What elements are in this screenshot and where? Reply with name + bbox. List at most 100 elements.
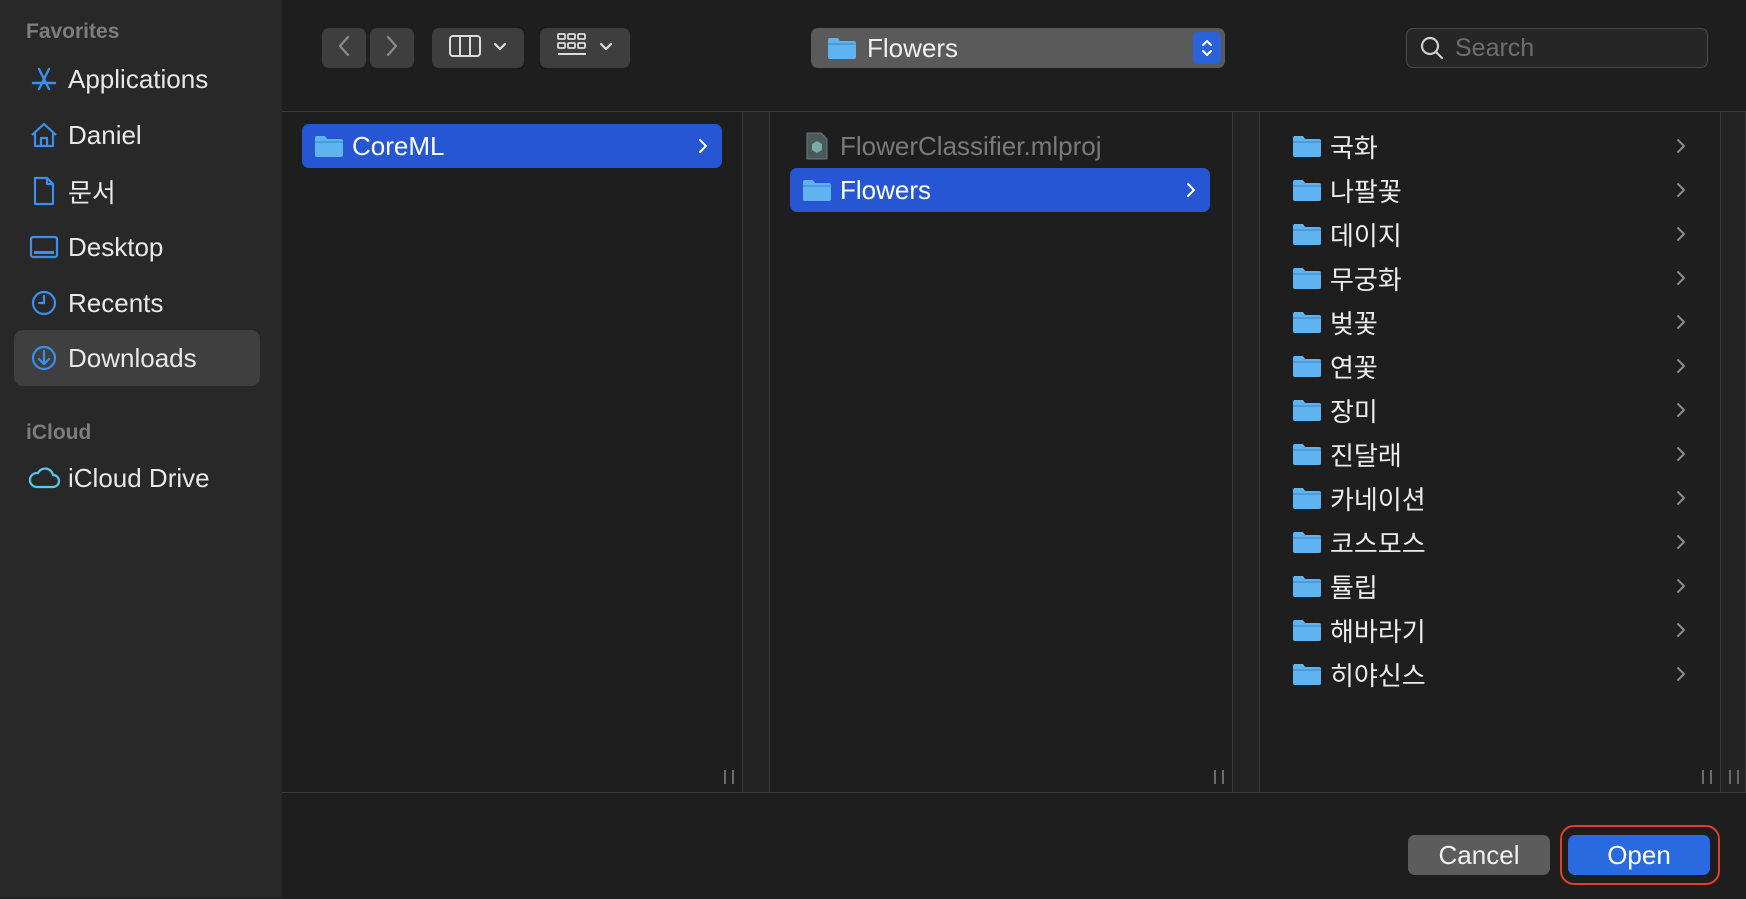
item-label: Flowers [840,174,932,205]
item-label: 무궁화 [1330,264,1402,295]
search-icon [1419,35,1445,61]
chevron-right-icon [1676,168,1686,212]
chevron-right-icon [385,34,399,63]
list-item[interactable]: 코스모스 [1280,520,1700,564]
list-item[interactable]: 나팔꽃 [1280,168,1700,212]
column-divider [1720,112,1746,792]
folder-icon [1290,476,1324,520]
sidebar-item-label: iCloud Drive [68,462,210,493]
sidebar-item-label: Recents [68,287,164,318]
column-3: 국화나팔꽃데이지무궁화벚꽃연꽃장미진달래카네이션코스모스 튤립해바라기히야신스 [1260,112,1721,792]
sidebar-item-documents[interactable]: 문서 [14,163,260,219]
open-button[interactable]: Open [1568,835,1710,875]
list-item[interactable]: CoreML [302,124,722,168]
item-label: 국화 [1330,132,1378,163]
folder-icon [1290,212,1324,256]
column-divider [742,112,770,792]
item-label: 카네이션 [1330,484,1426,515]
sidebar-item-recents[interactable]: Recents [14,275,260,331]
list-item[interactable]: 무궁화 [1280,256,1700,300]
chevron-right-icon [1676,388,1686,432]
list-item[interactable]: 벚꽃 [1280,300,1700,344]
list-item[interactable]: Flowers [790,168,1210,212]
forward-button[interactable] [370,28,414,68]
grid-icon [557,32,587,64]
view-mode-button[interactable] [432,28,524,68]
chevron-right-icon [1676,564,1686,608]
folder-icon [1290,256,1324,300]
folder-icon [827,36,857,60]
chevron-right-icon [1676,300,1686,344]
file-browser-panel: Flowers Search CoreML FlowerClassifier.m… [282,0,1746,899]
item-label: 장미 [1330,396,1378,427]
download-icon [20,330,68,386]
column-resize-handle[interactable] [724,770,734,784]
chevron-right-icon [1676,344,1686,388]
sidebar-item-icloud-drive[interactable]: iCloud Drive [14,450,260,506]
dialog-footer: Cancel Open [282,792,1746,899]
chevron-right-icon [1676,608,1686,652]
chevron-right-icon [1676,212,1686,256]
list-item[interactable]: FlowerClassifier.mlproj [790,124,1210,168]
columns-view-icon [449,34,481,63]
item-label: 해바라기 [1330,616,1426,647]
path-popup[interactable]: Flowers [811,28,1225,68]
document-icon [20,163,68,219]
chevron-down-icon [493,39,507,57]
column-1: CoreML [282,112,743,792]
folder-icon [1290,520,1324,564]
list-item[interactable]: 데이지 [1280,212,1700,256]
folder-icon [1290,344,1324,388]
list-item[interactable]: 국화 [1280,124,1700,168]
list-item[interactable]: 카네이션 [1280,476,1700,520]
column-browser: CoreML FlowerClassifier.mlproj Flowers 국… [282,112,1746,792]
chevron-right-icon [1676,432,1686,476]
list-item[interactable]: 연꽃 [1280,344,1700,388]
item-label: 벚꽃 [1330,308,1378,339]
cancel-button[interactable]: Cancel [1408,835,1550,875]
sidebar-item-daniel[interactable]: Daniel [14,107,260,163]
favorites-header: Favorites [26,20,120,43]
sidebar-item-downloads[interactable]: Downloads [14,330,260,386]
list-item[interactable]: 히야신스 [1280,652,1700,696]
folder-icon [312,124,346,168]
column-resize-handle[interactable] [1214,770,1224,784]
toolbar: Flowers Search [282,0,1746,112]
sidebar-item-desktop[interactable]: Desktop [14,219,260,275]
folder-icon [1290,608,1324,652]
sidebar-item-label: Daniel [68,119,142,150]
sidebar-item-label: Applications [68,63,209,94]
list-item[interactable]: 장미 [1280,388,1700,432]
folder-icon [1290,300,1324,344]
applications-icon [20,51,68,107]
folder-icon [800,168,834,212]
folder-icon [1290,652,1324,696]
folder-icon [1290,432,1324,476]
chevron-right-icon [1676,652,1686,696]
sidebar-item-applications[interactable]: Applications [14,51,260,107]
chevron-right-icon [698,124,708,168]
sidebar-item-label: Desktop [68,231,164,262]
back-button[interactable] [322,28,366,68]
folder-icon [1290,124,1324,168]
sidebar: Favorites Applications Daniel 문서 Desktop… [0,0,282,898]
item-label: CoreML [352,130,445,161]
sidebar-item-label: Downloads [68,342,197,373]
item-label: 연꽃 [1330,352,1378,383]
list-item[interactable]: 진달래 [1280,432,1700,476]
search-field[interactable]: Search [1406,28,1708,68]
item-label: 데이지 [1330,220,1402,251]
column-resize-handle[interactable] [1729,770,1739,784]
cloud-icon [20,450,68,506]
list-item[interactable]: 해바라기 [1280,608,1700,652]
column-resize-handle[interactable] [1702,770,1712,784]
chevron-right-icon [1676,124,1686,168]
home-icon [20,107,68,163]
list-item[interactable]: 튤립 [1280,564,1700,608]
updown-arrows-icon [1193,32,1221,64]
group-by-button[interactable] [540,28,630,68]
chevron-right-icon [1676,256,1686,300]
item-label: 진달래 [1330,440,1402,471]
folder-icon [1290,168,1324,212]
desktop-icon [20,219,68,275]
